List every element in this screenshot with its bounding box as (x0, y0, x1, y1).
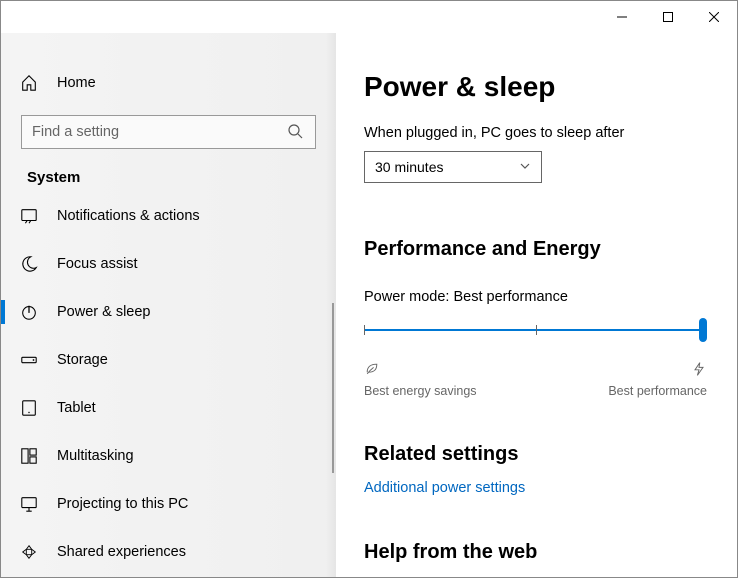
nav-multitasking[interactable]: Multitasking (1, 436, 336, 476)
nav-shared-label: Shared experiences (57, 544, 186, 560)
back-button[interactable] (19, 33, 43, 35)
nav-storage[interactable]: Storage (1, 340, 336, 380)
power-mode-slider[interactable] (364, 321, 707, 351)
search-box[interactable] (21, 115, 316, 149)
nav-focus-assist[interactable]: Focus assist (1, 244, 336, 284)
nav-home[interactable]: Home (1, 63, 336, 103)
sleep-dropdown-value: 30 minutes (375, 159, 443, 175)
performance-heading: Performance and Energy (364, 238, 707, 261)
slider-right-end: Best performance (608, 361, 707, 398)
sleep-setting-label: When plugged in, PC goes to sleep after (364, 125, 707, 141)
nav-shared-experiences[interactable]: Shared experiences (1, 532, 336, 572)
slider-left-end: Best energy savings (364, 361, 477, 398)
nav-projecting[interactable]: Projecting to this PC (1, 484, 336, 524)
nav-projecting-label: Projecting to this PC (57, 496, 188, 512)
storage-icon (19, 350, 39, 370)
nav-power-label: Power & sleep (57, 304, 151, 320)
sidebar-scrollbar[interactable] (332, 303, 334, 473)
lightning-icon (691, 361, 707, 380)
slider-labels: Best energy savings Best performance (364, 361, 707, 398)
slider-tick (536, 325, 537, 335)
related-heading: Related settings (364, 443, 707, 466)
slider-thumb[interactable] (699, 318, 707, 342)
search-icon (287, 123, 305, 141)
nav-home-label: Home (57, 75, 96, 91)
settings-window: Settings Home System (0, 0, 738, 578)
content-area: Settings Home System (1, 33, 737, 577)
nav-notifications[interactable]: Notifications & actions (1, 196, 336, 236)
slider-tick (364, 325, 365, 335)
main-panel: Power & sleep When plugged in, PC goes t… (336, 33, 737, 577)
help-heading: Help from the web (364, 541, 707, 564)
sidebar: Settings Home System (1, 33, 336, 577)
sidebar-section-label: System (1, 159, 336, 196)
minimize-button[interactable] (599, 1, 645, 33)
nav-power-sleep[interactable]: Power & sleep (1, 292, 336, 332)
additional-power-settings-link[interactable]: Additional power settings (364, 480, 707, 496)
nav-focus-label: Focus assist (57, 256, 138, 272)
search-wrap (1, 103, 336, 159)
sleep-dropdown[interactable]: 30 minutes (364, 151, 542, 183)
slider-left-label: Best energy savings (364, 384, 477, 398)
power-mode-text: Power mode: Best performance (364, 289, 707, 305)
power-icon (19, 302, 39, 322)
notification-icon (19, 206, 39, 226)
header-row: Settings (1, 33, 336, 43)
page-title: Power & sleep (364, 71, 707, 103)
close-button[interactable] (691, 1, 737, 33)
projecting-icon (19, 494, 39, 514)
home-icon (19, 73, 39, 93)
tablet-icon (19, 398, 39, 418)
leaf-icon (364, 361, 477, 380)
chevron-down-icon (519, 159, 531, 175)
nav-tablet[interactable]: Tablet (1, 388, 336, 428)
moon-icon (19, 254, 39, 274)
multitasking-icon (19, 446, 39, 466)
titlebar (1, 1, 737, 33)
nav-multitasking-label: Multitasking (57, 448, 134, 464)
slider-right-label: Best performance (608, 384, 707, 398)
nav-storage-label: Storage (57, 352, 108, 368)
shared-icon (19, 542, 39, 562)
nav-notifications-label: Notifications & actions (57, 208, 200, 224)
search-input[interactable] (32, 124, 287, 140)
nav-tablet-label: Tablet (57, 400, 96, 416)
maximize-button[interactable] (645, 1, 691, 33)
